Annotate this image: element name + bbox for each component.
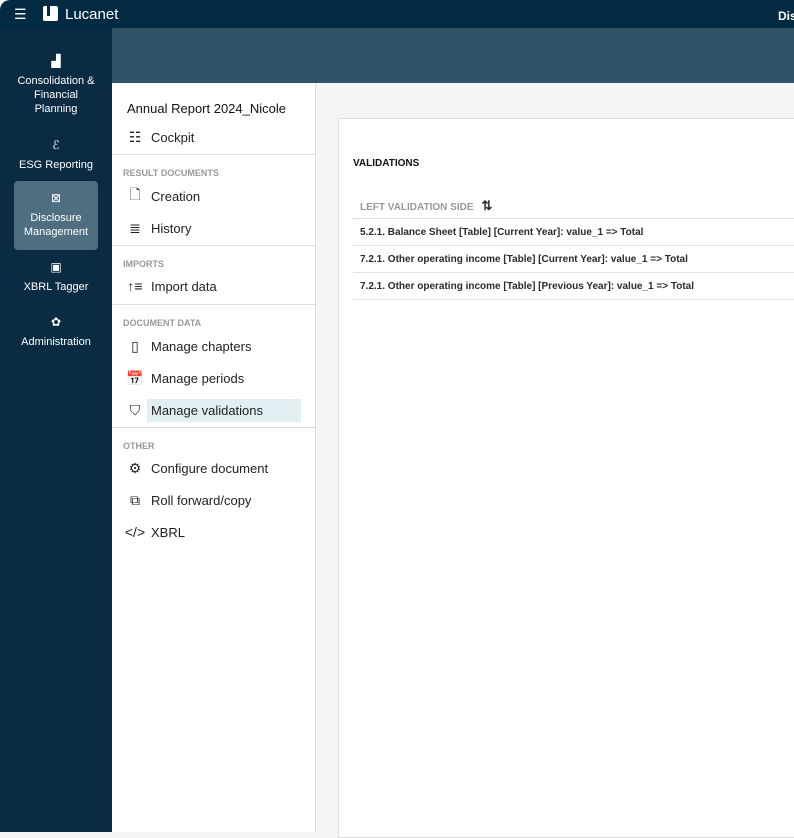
cockpit-icon: ☷	[128, 128, 142, 145]
nav-label: Configure document	[151, 460, 269, 476]
shield-check-icon: ⛉	[129, 401, 141, 418]
nav-roll-forward[interactable]: ⧉ Roll forward/copy	[124, 488, 301, 512]
hamburger-menu-icon[interactable]: ☰	[14, 7, 27, 21]
nav-configure-document[interactable]: ⚙ Configure document	[124, 456, 301, 480]
import-icon: ↑≡	[127, 278, 143, 294]
nav-xbrl[interactable]: </> XBRL	[124, 520, 301, 544]
rail-item-esg[interactable]: ℰ ESG Reporting	[14, 136, 98, 174]
rail-label: Consolidation & Financial Planning	[17, 75, 95, 115]
divider	[112, 154, 316, 155]
nav-creation[interactable]: 🗋 Creation	[124, 184, 301, 208]
section-other: OTHER	[123, 441, 155, 451]
nav-manage-chapters[interactable]: ▯ Manage chapters	[124, 334, 301, 358]
rail-item-administration[interactable]: ✿ Administration	[14, 315, 98, 349]
nav-label: Cockpit	[151, 129, 195, 145]
sort-icon[interactable]: ⇅	[482, 198, 493, 213]
calendar-icon: 📅	[126, 369, 144, 386]
section-document-data: DOCUMENT DATA	[123, 318, 202, 328]
column-header-left-validation-side[interactable]: LEFT VALIDATION SIDE ⇅	[353, 191, 794, 219]
gear-icon: ⚙	[128, 459, 142, 476]
nav-import-data[interactable]: ↑≡ Import data	[124, 274, 301, 298]
nav-label: Roll forward/copy	[151, 492, 252, 508]
nav-label: Manage periods	[151, 370, 245, 386]
nav-manage-validations[interactable]: ⛉ Manage validations	[124, 398, 301, 422]
nav-manage-periods[interactable]: 📅 Manage periods	[124, 366, 301, 390]
app-rail: ▟ Consolidation & Financial Planning ℰ ESG…	[0, 28, 112, 832]
brand-name: Lucanet	[65, 6, 119, 23]
code-icon: </>	[124, 524, 146, 540]
divider	[112, 304, 316, 305]
nav-history[interactable]: ≣ History	[124, 216, 301, 240]
divider	[112, 427, 316, 428]
document-title: Annual Report 2024_Nicole	[127, 101, 286, 116]
copy-icon: ⧉	[130, 491, 140, 508]
divider	[112, 245, 316, 246]
table-row[interactable]: 5.2.1. Balance Sheet [Table] [Current Ye…	[353, 219, 794, 246]
nav-label: Creation	[151, 188, 201, 204]
history-icon: ≣	[129, 219, 141, 236]
validations-heading: VALIDATIONS	[353, 158, 420, 169]
document-nav: Annual Report 2024_Nicole ☷ Cockpit RESUL…	[112, 83, 316, 832]
nav-label: Manage chapters	[151, 338, 252, 354]
section-result-documents: RESULT DOCUMENTS	[123, 168, 219, 178]
xbrl-icon: ▣	[50, 260, 62, 274]
nav-label: History	[151, 220, 192, 236]
header-band	[112, 28, 794, 83]
nav-label: Import data	[151, 278, 217, 294]
gear-icon: ✿	[50, 315, 62, 329]
book-icon: ▯	[131, 337, 139, 354]
rail-label: XBRL Tagger	[23, 281, 89, 293]
rail-item-disclosure[interactable]: ⊠ Disclosure Management	[14, 181, 98, 250]
document-create-icon: 🗋	[129, 186, 141, 202]
disclosure-icon: ⊠	[50, 191, 62, 205]
rail-label: Administration	[21, 336, 91, 348]
rail-label: Disclosure Management	[23, 212, 89, 238]
nav-label: Manage validations	[147, 398, 301, 422]
header-title: Dis	[778, 9, 794, 23]
top-bar: ☰ Lucanet Dis	[0, 0, 794, 28]
validations-card: VALIDATIONS LEFT VALIDATION SIDE ⇅ 5.2.1.…	[338, 118, 794, 838]
table-row[interactable]: 7.2.1. Other operating income [Table] [P…	[353, 273, 794, 300]
table-row[interactable]: 7.2.1. Other operating income [Table] [C…	[353, 246, 794, 273]
nav-label: XBRL	[151, 524, 185, 540]
section-imports: IMPORTS	[123, 259, 165, 269]
nav-cockpit[interactable]: ☷ Cockpit	[124, 125, 301, 149]
esg-icon: ℰ	[52, 138, 60, 152]
rail-label: ESG Reporting	[19, 159, 93, 171]
rail-item-consolidation[interactable]: ▟ Consolidation & Financial Planning	[14, 52, 98, 118]
rail-item-xbrl-tagger[interactable]: ▣ XBRL Tagger	[14, 260, 98, 294]
chart-icon: ▟	[51, 54, 61, 68]
lucanet-logo-icon	[43, 6, 58, 21]
column-label: LEFT VALIDATION SIDE	[360, 202, 474, 213]
